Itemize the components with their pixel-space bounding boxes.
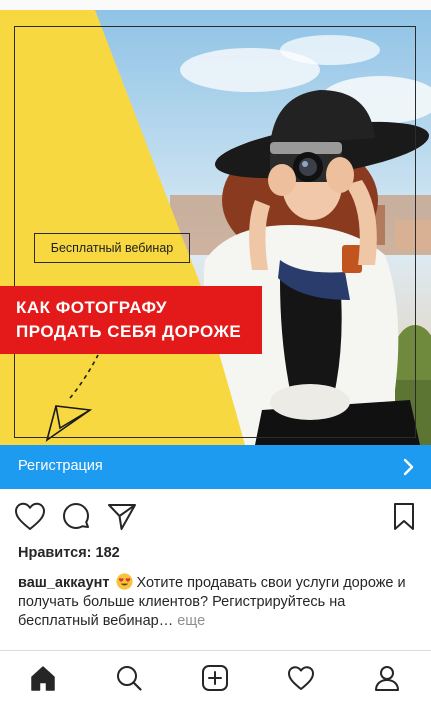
post-photo-illustration [0,10,431,445]
promo-headline: КАК ФОТОГРАФУ ПРОДАТЬ СЕБЯ ДОРОЖЕ [0,286,262,354]
register-cta-label: Регистрация [18,458,103,474]
search-icon[interactable] [114,663,144,693]
profile-icon[interactable] [372,663,402,693]
home-icon[interactable] [28,663,58,693]
post-actions [0,500,431,536]
share-icon[interactable] [105,500,139,534]
heart-eyes-emoji-icon [115,573,133,590]
post-caption: ваш_аккаунт Хотите продавать свои услуги… [18,573,418,631]
caption-more-link[interactable]: еще [177,613,205,629]
webinar-badge: Бесплатный вебинар [34,233,190,263]
post-image[interactable]: Бесплатный вебинар КАК ФОТОГРАФУ ПРОДАТЬ… [0,10,431,445]
likes-count[interactable]: Нравится: 182 [18,545,120,561]
activity-heart-icon[interactable] [286,663,316,693]
headline-line-2: ПРОДАТЬ СЕБЯ ДОРОЖЕ [16,322,242,341]
bookmark-icon[interactable] [387,500,421,534]
comment-icon[interactable] [59,500,93,534]
chevron-right-icon [403,458,414,476]
register-cta-bar[interactable]: Регистрация [0,445,431,489]
add-post-icon[interactable] [200,663,230,693]
heart-icon[interactable] [13,500,47,534]
headline-line-1: КАК ФОТОГРАФУ [16,298,167,317]
bottom-navigation [0,650,431,702]
caption-username[interactable]: ваш_аккаунт [18,575,110,591]
